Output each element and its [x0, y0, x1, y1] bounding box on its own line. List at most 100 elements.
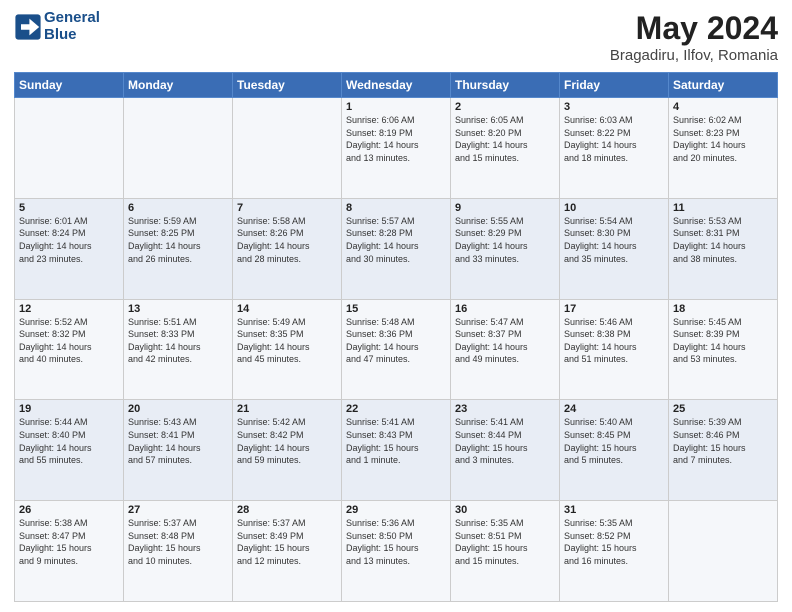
calendar-cell: 3Sunrise: 6:03 AM Sunset: 8:22 PM Daylig…	[560, 98, 669, 199]
day-info: Sunrise: 5:59 AM Sunset: 8:25 PM Dayligh…	[128, 215, 228, 265]
calendar-cell: 19Sunrise: 5:44 AM Sunset: 8:40 PM Dayli…	[15, 400, 124, 501]
day-info: Sunrise: 5:57 AM Sunset: 8:28 PM Dayligh…	[346, 215, 446, 265]
day-info: Sunrise: 5:40 AM Sunset: 8:45 PM Dayligh…	[564, 416, 664, 466]
day-info: Sunrise: 5:52 AM Sunset: 8:32 PM Dayligh…	[19, 316, 119, 366]
calendar-cell	[124, 98, 233, 199]
calendar-cell: 7Sunrise: 5:58 AM Sunset: 8:26 PM Daylig…	[233, 198, 342, 299]
calendar-cell: 16Sunrise: 5:47 AM Sunset: 8:37 PM Dayli…	[451, 299, 560, 400]
day-info: Sunrise: 5:42 AM Sunset: 8:42 PM Dayligh…	[237, 416, 337, 466]
calendar-cell: 2Sunrise: 6:05 AM Sunset: 8:20 PM Daylig…	[451, 98, 560, 199]
day-info: Sunrise: 5:44 AM Sunset: 8:40 PM Dayligh…	[19, 416, 119, 466]
day-info: Sunrise: 6:06 AM Sunset: 8:19 PM Dayligh…	[346, 114, 446, 164]
day-info: Sunrise: 5:58 AM Sunset: 8:26 PM Dayligh…	[237, 215, 337, 265]
calendar-week-row: 1Sunrise: 6:06 AM Sunset: 8:19 PM Daylig…	[15, 98, 778, 199]
day-number: 16	[455, 303, 555, 315]
calendar-cell: 22Sunrise: 5:41 AM Sunset: 8:43 PM Dayli…	[342, 400, 451, 501]
day-number: 31	[564, 504, 664, 516]
day-number: 15	[346, 303, 446, 315]
calendar-cell: 14Sunrise: 5:49 AM Sunset: 8:35 PM Dayli…	[233, 299, 342, 400]
logo-text: General Blue	[44, 10, 100, 43]
calendar-cell: 10Sunrise: 5:54 AM Sunset: 8:30 PM Dayli…	[560, 198, 669, 299]
day-info: Sunrise: 5:39 AM Sunset: 8:46 PM Dayligh…	[673, 416, 773, 466]
calendar-cell: 30Sunrise: 5:35 AM Sunset: 8:51 PM Dayli…	[451, 501, 560, 602]
calendar-cell: 6Sunrise: 5:59 AM Sunset: 8:25 PM Daylig…	[124, 198, 233, 299]
location: Bragadiru, Ilfov, Romania	[610, 47, 778, 64]
month-title: May 2024	[610, 10, 778, 47]
day-info: Sunrise: 5:45 AM Sunset: 8:39 PM Dayligh…	[673, 316, 773, 366]
title-block: May 2024 Bragadiru, Ilfov, Romania	[610, 10, 778, 64]
day-info: Sunrise: 5:35 AM Sunset: 8:52 PM Dayligh…	[564, 517, 664, 567]
day-info: Sunrise: 6:02 AM Sunset: 8:23 PM Dayligh…	[673, 114, 773, 164]
calendar-cell: 15Sunrise: 5:48 AM Sunset: 8:36 PM Dayli…	[342, 299, 451, 400]
day-of-week-header: Sunday	[15, 73, 124, 98]
day-number: 8	[346, 202, 446, 214]
day-info: Sunrise: 5:54 AM Sunset: 8:30 PM Dayligh…	[564, 215, 664, 265]
day-of-week-header: Wednesday	[342, 73, 451, 98]
calendar: SundayMondayTuesdayWednesdayThursdayFrid…	[14, 72, 778, 602]
day-info: Sunrise: 5:51 AM Sunset: 8:33 PM Dayligh…	[128, 316, 228, 366]
calendar-cell: 31Sunrise: 5:35 AM Sunset: 8:52 PM Dayli…	[560, 501, 669, 602]
calendar-cell: 11Sunrise: 5:53 AM Sunset: 8:31 PM Dayli…	[669, 198, 778, 299]
day-info: Sunrise: 5:37 AM Sunset: 8:48 PM Dayligh…	[128, 517, 228, 567]
calendar-cell	[233, 98, 342, 199]
calendar-cell	[669, 501, 778, 602]
calendar-cell: 25Sunrise: 5:39 AM Sunset: 8:46 PM Dayli…	[669, 400, 778, 501]
day-info: Sunrise: 5:53 AM Sunset: 8:31 PM Dayligh…	[673, 215, 773, 265]
day-number: 30	[455, 504, 555, 516]
calendar-cell: 13Sunrise: 5:51 AM Sunset: 8:33 PM Dayli…	[124, 299, 233, 400]
day-info: Sunrise: 5:41 AM Sunset: 8:43 PM Dayligh…	[346, 416, 446, 466]
day-number: 24	[564, 403, 664, 415]
calendar-cell: 26Sunrise: 5:38 AM Sunset: 8:47 PM Dayli…	[15, 501, 124, 602]
day-number: 6	[128, 202, 228, 214]
day-number: 21	[237, 403, 337, 415]
day-of-week-header: Monday	[124, 73, 233, 98]
calendar-cell: 20Sunrise: 5:43 AM Sunset: 8:41 PM Dayli…	[124, 400, 233, 501]
day-info: Sunrise: 5:55 AM Sunset: 8:29 PM Dayligh…	[455, 215, 555, 265]
day-info: Sunrise: 6:03 AM Sunset: 8:22 PM Dayligh…	[564, 114, 664, 164]
day-number: 20	[128, 403, 228, 415]
page: General Blue May 2024 Bragadiru, Ilfov, …	[0, 0, 792, 612]
calendar-cell: 21Sunrise: 5:42 AM Sunset: 8:42 PM Dayli…	[233, 400, 342, 501]
day-number: 12	[19, 303, 119, 315]
calendar-cell: 29Sunrise: 5:36 AM Sunset: 8:50 PM Dayli…	[342, 501, 451, 602]
day-info: Sunrise: 5:46 AM Sunset: 8:38 PM Dayligh…	[564, 316, 664, 366]
calendar-cell: 23Sunrise: 5:41 AM Sunset: 8:44 PM Dayli…	[451, 400, 560, 501]
day-number: 3	[564, 101, 664, 113]
day-number: 9	[455, 202, 555, 214]
calendar-cell: 24Sunrise: 5:40 AM Sunset: 8:45 PM Dayli…	[560, 400, 669, 501]
day-number: 5	[19, 202, 119, 214]
day-info: Sunrise: 5:47 AM Sunset: 8:37 PM Dayligh…	[455, 316, 555, 366]
day-number: 11	[673, 202, 773, 214]
calendar-cell: 5Sunrise: 6:01 AM Sunset: 8:24 PM Daylig…	[15, 198, 124, 299]
day-info: Sunrise: 6:05 AM Sunset: 8:20 PM Dayligh…	[455, 114, 555, 164]
calendar-cell: 12Sunrise: 5:52 AM Sunset: 8:32 PM Dayli…	[15, 299, 124, 400]
day-of-week-header: Tuesday	[233, 73, 342, 98]
calendar-week-row: 19Sunrise: 5:44 AM Sunset: 8:40 PM Dayli…	[15, 400, 778, 501]
day-number: 2	[455, 101, 555, 113]
day-info: Sunrise: 5:35 AM Sunset: 8:51 PM Dayligh…	[455, 517, 555, 567]
day-number: 23	[455, 403, 555, 415]
day-number: 25	[673, 403, 773, 415]
day-number: 14	[237, 303, 337, 315]
day-number: 27	[128, 504, 228, 516]
day-number: 28	[237, 504, 337, 516]
calendar-cell: 1Sunrise: 6:06 AM Sunset: 8:19 PM Daylig…	[342, 98, 451, 199]
day-number: 18	[673, 303, 773, 315]
calendar-cell: 17Sunrise: 5:46 AM Sunset: 8:38 PM Dayli…	[560, 299, 669, 400]
day-number: 10	[564, 202, 664, 214]
logo: General Blue	[14, 10, 100, 43]
day-number: 17	[564, 303, 664, 315]
day-info: Sunrise: 5:49 AM Sunset: 8:35 PM Dayligh…	[237, 316, 337, 366]
calendar-week-row: 26Sunrise: 5:38 AM Sunset: 8:47 PM Dayli…	[15, 501, 778, 602]
day-of-week-header: Thursday	[451, 73, 560, 98]
header: General Blue May 2024 Bragadiru, Ilfov, …	[14, 10, 778, 64]
calendar-header-row: SundayMondayTuesdayWednesdayThursdayFrid…	[15, 73, 778, 98]
calendar-cell: 27Sunrise: 5:37 AM Sunset: 8:48 PM Dayli…	[124, 501, 233, 602]
calendar-week-row: 5Sunrise: 6:01 AM Sunset: 8:24 PM Daylig…	[15, 198, 778, 299]
day-number: 13	[128, 303, 228, 315]
day-number: 29	[346, 504, 446, 516]
day-info: Sunrise: 5:41 AM Sunset: 8:44 PM Dayligh…	[455, 416, 555, 466]
day-number: 22	[346, 403, 446, 415]
day-number: 7	[237, 202, 337, 214]
logo-icon	[14, 13, 42, 41]
